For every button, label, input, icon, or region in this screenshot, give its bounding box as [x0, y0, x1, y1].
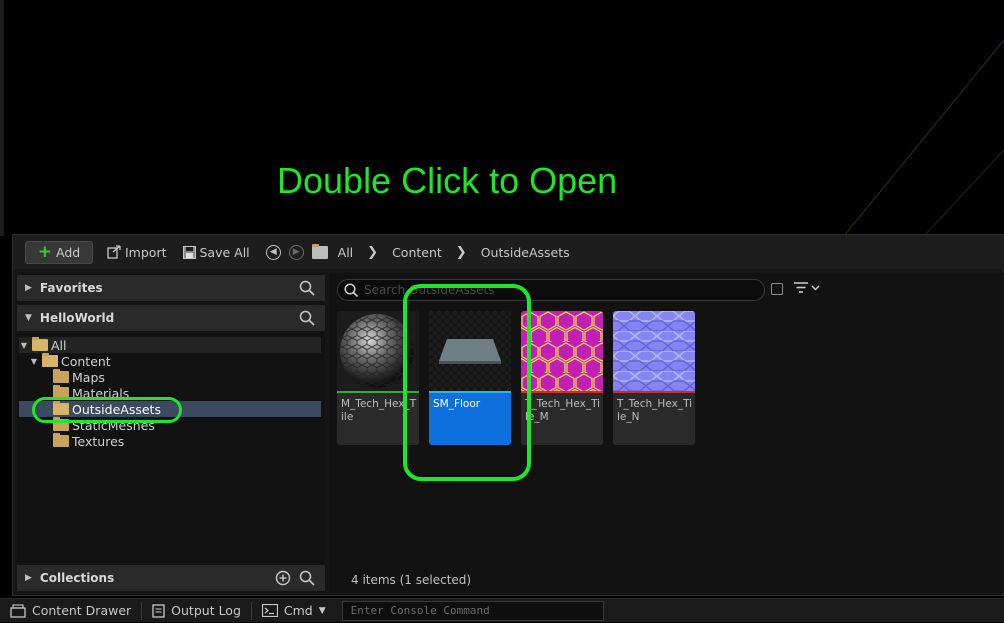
- sources-panel: ▶ Favorites ▼ HelloWorld ▼ All ▼ Content: [17, 273, 325, 593]
- project-header[interactable]: ▼ HelloWorld: [17, 305, 325, 331]
- favorites-header[interactable]: ▶ Favorites: [17, 275, 325, 301]
- tree-item-label: Content: [61, 353, 111, 369]
- tree-item-label: Textures: [72, 433, 125, 449]
- tree-item-textures[interactable]: Textures: [53, 433, 124, 449]
- editor-status-bar: Content Drawer Output Log Cmd ▼ Enter Co…: [0, 598, 1004, 622]
- add-collection-icon[interactable]: [275, 570, 291, 586]
- breadcrumb-outsideassets[interactable]: OutsideAssets: [481, 245, 570, 260]
- import-label: Import: [125, 244, 167, 260]
- highlight-sm-floor-tile: [403, 284, 531, 481]
- terminal-icon: [261, 604, 278, 617]
- project-label: HelloWorld: [39, 311, 115, 325]
- asset-name: T_Tech_Hex_Tile_N: [617, 398, 693, 423]
- viewport-edge: [0, 0, 4, 236]
- tree-item-content[interactable]: ▼ Content: [29, 353, 111, 369]
- folder-open-icon: [32, 337, 48, 351]
- asset-tile-texture-n[interactable]: T_Tech_Hex_Tile_N: [613, 311, 695, 445]
- collapse-arrow-icon: ▼: [25, 313, 32, 323]
- item-count-status: 4 items (1 selected): [351, 573, 472, 587]
- expand-arrow-icon: ▶: [25, 573, 32, 583]
- add-label: Add: [56, 244, 81, 260]
- output-log-icon: [152, 603, 165, 618]
- asset-type-bar: [521, 391, 603, 393]
- expand-arrow-icon: ▶: [25, 283, 32, 293]
- import-icon: [107, 245, 121, 259]
- content-toolbar: + Add Import Save All ◀ ▶ All ❯ Content …: [13, 235, 1004, 269]
- folder-open-icon: [42, 353, 58, 367]
- output-log-label: Output Log: [171, 603, 241, 618]
- save-all-button[interactable]: Save All: [182, 240, 250, 264]
- import-button[interactable]: Import: [107, 240, 167, 264]
- highlight-outsideassets-folder: [32, 397, 182, 423]
- breadcrumb: All ❯ Content ❯ OutsideAssets: [338, 245, 570, 260]
- tree-item-label: All: [51, 337, 67, 353]
- favorites-label: Favorites: [39, 281, 103, 295]
- folder-icon: [53, 433, 69, 447]
- texture-n-thumbnail: [613, 311, 695, 391]
- console-placeholder: Enter Console Command: [350, 604, 490, 617]
- save-search-icon[interactable]: [771, 283, 783, 295]
- asset-type-bar: [613, 391, 695, 393]
- search-icon[interactable]: [299, 570, 315, 586]
- breadcrumb-content[interactable]: Content: [392, 245, 442, 260]
- asset-search-input[interactable]: Search OutsideAssets: [337, 279, 765, 301]
- folder-icon: [53, 369, 69, 383]
- breadcrumb-all[interactable]: All: [338, 245, 354, 260]
- filter-dropdown-icon: [794, 282, 820, 293]
- tree-item-label: Maps: [72, 369, 105, 385]
- collapse-arrow-icon: ▼: [30, 356, 38, 366]
- console-command-input[interactable]: Enter Console Command: [341, 600, 604, 621]
- annotation-double-click: Double Click to Open: [277, 160, 618, 201]
- save-all-label: Save All: [199, 244, 250, 260]
- content-drawer-icon: [10, 603, 26, 618]
- cmd-dropdown[interactable]: Cmd ▼: [252, 599, 336, 623]
- chevron-right-icon[interactable]: ❯: [456, 245, 467, 260]
- asset-name: T_Tech_Hex_Tile_M: [525, 398, 601, 423]
- cmd-label: Cmd: [283, 603, 313, 618]
- content-drawer-button[interactable]: Content Drawer: [0, 599, 141, 623]
- search-icon[interactable]: [299, 280, 315, 296]
- plus-icon: +: [37, 241, 53, 262]
- collapse-arrow-icon: ▼: [20, 340, 28, 350]
- viewport-grid: [843, 39, 1004, 236]
- output-log-button[interactable]: Output Log: [142, 599, 251, 623]
- forward-arrow-icon[interactable]: ▶: [288, 244, 304, 260]
- search-icon: [344, 283, 358, 297]
- save-icon: [182, 245, 196, 259]
- search-icon[interactable]: [299, 310, 315, 326]
- texture-m-thumbnail: [521, 311, 603, 391]
- content-drawer-label: Content Drawer: [32, 603, 132, 618]
- chevron-right-icon[interactable]: ❯: [367, 245, 378, 260]
- folder-icon: [311, 243, 328, 259]
- back-arrow-icon[interactable]: ◀: [265, 244, 281, 260]
- collections-header[interactable]: ▶ Collections: [17, 565, 325, 591]
- collections-label: Collections: [39, 571, 115, 585]
- chevron-down-icon: ▼: [318, 605, 326, 616]
- tree-item-maps[interactable]: Maps: [53, 369, 105, 385]
- asset-tile-texture-m[interactable]: T_Tech_Hex_Tile_M: [521, 311, 603, 445]
- tree-item-all[interactable]: ▼ All: [19, 337, 321, 353]
- filter-icon[interactable]: [794, 281, 820, 299]
- add-button[interactable]: + Add: [25, 240, 93, 264]
